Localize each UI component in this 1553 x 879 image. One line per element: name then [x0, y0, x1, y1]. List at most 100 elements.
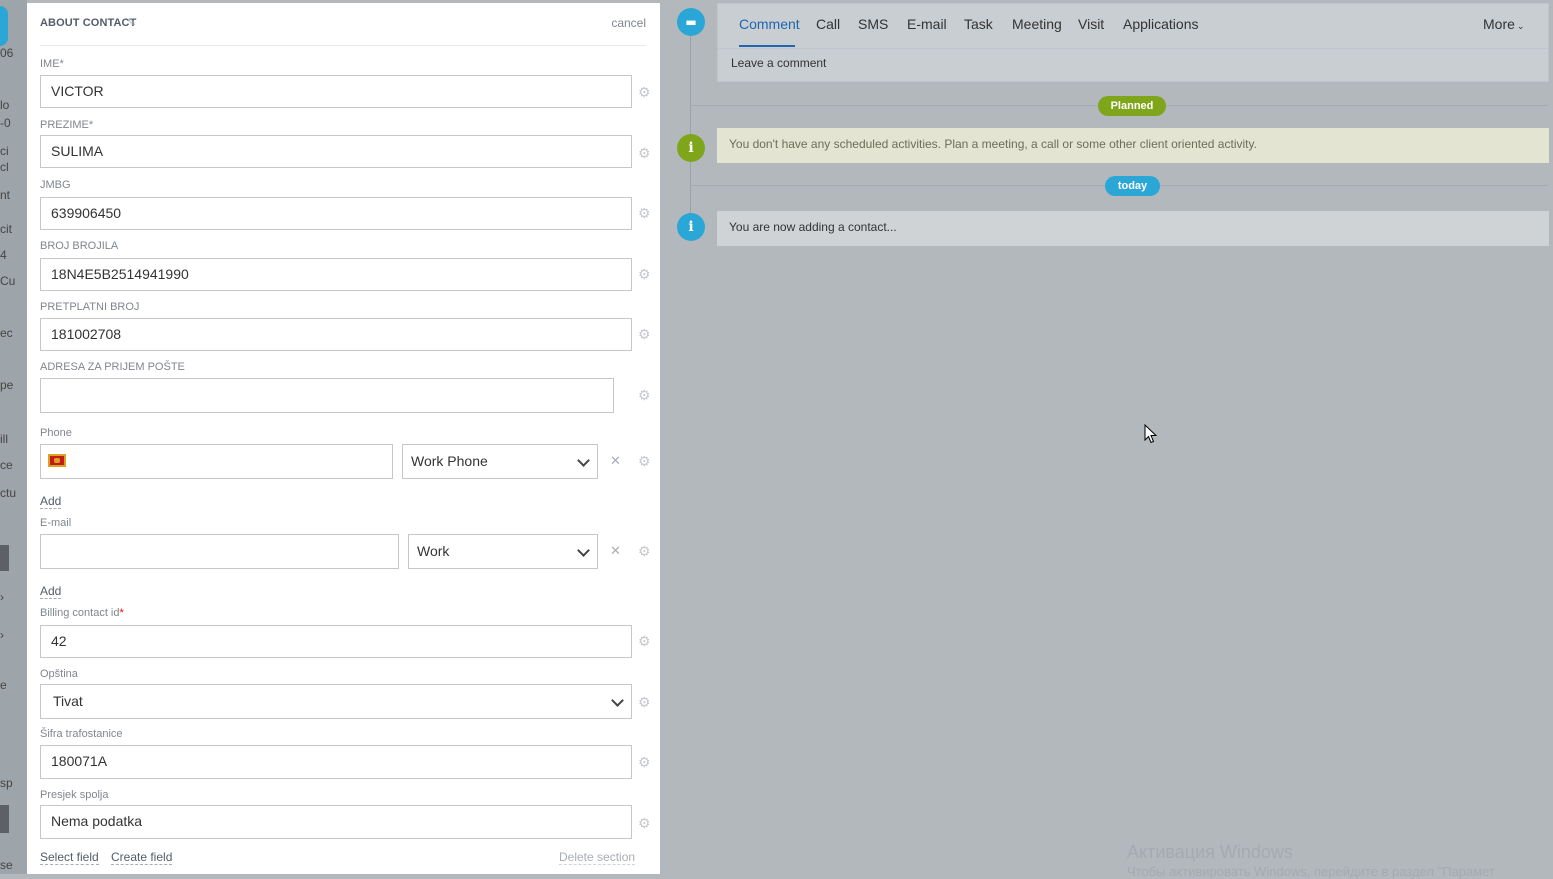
field-label-billing: Billing contact id*	[40, 607, 124, 619]
tab-email[interactable]: E-mail	[907, 16, 947, 32]
remove-email-icon[interactable]: ✕	[610, 543, 621, 559]
field-label-opstina: Opština	[40, 668, 78, 680]
field-label-jmbg: JMBG	[40, 179, 71, 191]
chevron-down-icon	[577, 454, 590, 467]
adding-contact-notice: You are now adding a contact...	[717, 211, 1549, 246]
field-label-broj-brojila: BROJ BROJILA	[40, 240, 119, 252]
add-phone-link[interactable]: Add	[40, 494, 62, 509]
background-app-logo	[0, 6, 8, 46]
remove-phone-icon[interactable]: ✕	[610, 453, 621, 469]
chevron-down-icon: ⌄	[1516, 21, 1525, 31]
tabs-separator	[718, 48, 1548, 49]
gear-icon[interactable]: ⚙	[638, 84, 651, 101]
activity-tabs-panel: Comment Call SMS E-mail Task Meeting Vis…	[717, 3, 1549, 82]
planned-badge: Planned	[1098, 96, 1166, 116]
field-label-sifra: Šifra trafostanice	[40, 728, 123, 740]
background-text: cit	[0, 222, 12, 236]
field-label-pretplatni-broj: PRETPLATNI BROJ	[40, 301, 140, 313]
select-field-link[interactable]: Select field	[40, 850, 99, 865]
billing-contact-id-input[interactable]: 42	[40, 625, 632, 658]
windows-activation-watermark: Активация Windows	[1127, 842, 1293, 862]
background-block	[0, 545, 9, 571]
more-label: More	[1483, 16, 1515, 32]
contact-editor-panel: ABOUT CONTACT ✎ cancel IME* VICTOR ⚙ PRE…	[27, 3, 660, 874]
presjek-spolja-input[interactable]: Nema podatka	[40, 805, 632, 839]
cancel-button[interactable]: cancel	[611, 16, 646, 30]
opstina-select[interactable]: Tivat	[40, 684, 632, 719]
gear-icon[interactable]: ⚙	[638, 205, 651, 222]
opstina-value: Tivat	[53, 693, 83, 709]
today-badge: today	[1105, 176, 1160, 196]
gear-icon[interactable]: ⚙	[638, 815, 651, 832]
broj-brojila-input[interactable]: 18N4E5B2514941990	[40, 258, 632, 291]
edit-title-icon[interactable]: ✎	[127, 16, 136, 29]
panel-title: ABOUT CONTACT	[40, 17, 137, 29]
delete-section-link[interactable]: Delete section	[559, 850, 636, 865]
background-text: nt	[0, 188, 11, 202]
background-page-strip: 06 lo -0 ci cl nt cit 4 Cu ec pe ill ce …	[0, 0, 27, 874]
comment-input[interactable]: Leave a comment	[731, 56, 826, 70]
gear-icon[interactable]: ⚙	[638, 453, 651, 470]
background-text: ill	[0, 432, 8, 446]
background-text: ce	[0, 458, 13, 472]
background-text: 06	[0, 46, 14, 60]
planned-notice: You don't have any scheduled activities.…	[717, 128, 1549, 163]
gear-icon[interactable]: ⚙	[638, 145, 651, 162]
field-label-prezime: PREZIME*	[40, 119, 94, 131]
background-text: ci	[0, 144, 9, 158]
add-email-link[interactable]: Add	[40, 584, 62, 599]
jmbg-input[interactable]: 639906450	[40, 197, 632, 230]
background-text: 4	[0, 248, 7, 262]
background-text: ›	[0, 628, 4, 642]
timeline-line	[690, 30, 691, 230]
phone-type-select[interactable]: Work Phone	[402, 444, 598, 479]
prezime-input[interactable]: SULIMA	[40, 135, 632, 168]
background-text: ›	[0, 590, 4, 604]
chevron-down-icon	[577, 544, 590, 557]
pretplatni-broj-input[interactable]: 181002708	[40, 318, 632, 351]
field-label-email: E-mail	[40, 517, 72, 529]
email-type-value: Work	[417, 543, 450, 559]
tab-visit[interactable]: Visit	[1078, 16, 1104, 32]
adresa-input[interactable]	[40, 378, 614, 413]
gear-icon[interactable]: ⚙	[638, 266, 651, 283]
background-block	[0, 805, 9, 833]
sifra-trafostanice-input[interactable]: 180071A	[40, 745, 632, 779]
ime-input[interactable]: VICTOR	[40, 75, 632, 108]
gear-icon[interactable]: ⚙	[638, 754, 651, 771]
tab-sms[interactable]: SMS	[858, 16, 888, 32]
background-text: sp	[0, 776, 13, 790]
background-text: lo	[0, 98, 10, 112]
field-label-ime: IME*	[40, 58, 64, 70]
tab-meeting[interactable]: Meeting	[1012, 16, 1062, 32]
background-text: ctu	[0, 486, 17, 500]
phone-input[interactable]	[40, 444, 393, 479]
background-text: -0	[0, 116, 11, 130]
gear-icon[interactable]: ⚙	[638, 633, 651, 650]
comment-icon: ▬	[677, 8, 705, 36]
gear-icon[interactable]: ⚙	[638, 543, 651, 560]
background-text: pe	[0, 378, 14, 392]
info-icon: i	[677, 134, 705, 162]
background-text: se	[0, 858, 13, 872]
tab-comment[interactable]: Comment	[739, 16, 800, 32]
mouse-cursor-icon	[1144, 424, 1158, 444]
gear-icon[interactable]: ⚙	[638, 694, 651, 711]
create-field-link[interactable]: Create field	[111, 850, 173, 865]
gear-icon[interactable]: ⚙	[638, 326, 651, 343]
gear-icon[interactable]: ⚙	[638, 387, 651, 404]
email-type-select[interactable]: Work	[408, 534, 598, 569]
panel-header: ABOUT CONTACT ✎ cancel	[40, 16, 646, 46]
active-tab-indicator	[739, 45, 795, 47]
more-tabs-button[interactable]: More ⌄	[1483, 16, 1524, 32]
phone-type-value: Work Phone	[411, 453, 488, 469]
field-label-presjek: Presjek spolja	[40, 789, 109, 801]
info-icon: i	[677, 213, 705, 241]
tab-call[interactable]: Call	[816, 16, 840, 32]
background-text: ec	[0, 326, 13, 340]
email-input[interactable]	[40, 534, 399, 569]
field-label-adresa: ADRESA ZA PRIJEM POŠTE	[40, 361, 185, 373]
montenegro-flag-icon[interactable]	[48, 454, 66, 467]
tab-applications[interactable]: Applications	[1123, 16, 1199, 32]
tab-task[interactable]: Task	[964, 16, 993, 32]
